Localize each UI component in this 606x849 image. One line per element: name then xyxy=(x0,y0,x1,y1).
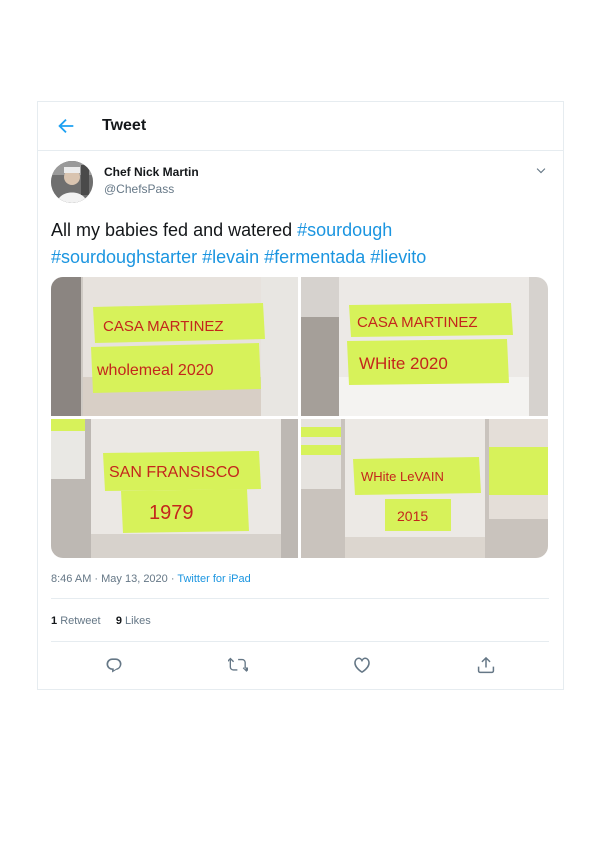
chevron-down-icon[interactable] xyxy=(533,163,549,179)
photo-grid: CASA MARTINEZ wholemeal 2020 CASA MARTIN… xyxy=(51,277,548,558)
share-icon[interactable] xyxy=(476,655,496,675)
jar-label-text: 1979 xyxy=(149,502,194,524)
page-title: Tweet xyxy=(102,117,147,134)
divider xyxy=(51,598,549,599)
retweet-icon[interactable] xyxy=(226,655,251,675)
likes-label: Likes xyxy=(125,615,151,627)
photo-jar-3[interactable]: SAN FRANSISCO 1979 xyxy=(51,419,298,558)
hashtag-link[interactable]: #sourdough xyxy=(297,220,392,240)
photo-jar-4[interactable]: WHite LeVAIN 2015 xyxy=(301,419,548,558)
photo-jar-1[interactable]: CASA MARTINEZ wholemeal 2020 xyxy=(51,277,298,416)
jar-label-text: SAN FRANSISCO xyxy=(109,464,240,481)
tweet-text: All my babies fed and watered #sourdough… xyxy=(51,217,551,271)
hashtag-link[interactable]: #fermentada xyxy=(264,247,365,267)
timestamp-text[interactable]: 8:46 AM · May 13, 2020 · xyxy=(51,573,177,585)
tweet-text-body: All my babies fed and watered xyxy=(51,220,298,240)
jar-label-text: CASA MARTINEZ xyxy=(103,318,224,335)
hashtag-link[interactable]: #sourdoughstarter xyxy=(51,247,197,267)
jar-label-text: WHite 2020 xyxy=(359,354,448,373)
hashtag-link[interactable]: #lievito xyxy=(370,247,426,267)
retweets-label: Retweet xyxy=(60,615,101,627)
jar-label-text: WHite LeVAIN xyxy=(361,469,444,484)
tweet-stats: 1 Retweet 9 Likes xyxy=(51,615,151,627)
likes-stat[interactable]: 9 Likes xyxy=(116,615,151,627)
reply-icon[interactable] xyxy=(104,655,124,675)
divider xyxy=(38,689,563,690)
source-link[interactable]: Twitter for iPad xyxy=(177,573,250,585)
action-bar xyxy=(38,655,563,679)
jar-label-text: 2015 xyxy=(397,508,428,524)
retweets-count: 1 xyxy=(51,615,58,627)
author-name[interactable]: Chef Nick Martin xyxy=(104,165,199,179)
like-icon[interactable] xyxy=(352,655,372,675)
retweets-stat[interactable]: 1 Retweet xyxy=(51,615,101,627)
tweet-timestamp: 8:46 AM · May 13, 2020 · Twitter for iPa… xyxy=(51,573,251,585)
divider xyxy=(51,641,549,642)
jar-label-text: CASA MARTINEZ xyxy=(357,314,478,331)
tweet-card: Tweet Chef Nick Martin @ChefsPass All my… xyxy=(37,101,564,690)
likes-count: 9 xyxy=(115,615,122,627)
author-handle[interactable]: @ChefsPass xyxy=(104,182,174,196)
avatar[interactable] xyxy=(51,161,93,203)
jar-label-text: wholemeal 2020 xyxy=(96,362,214,379)
hashtag-link[interactable]: #levain xyxy=(202,247,259,267)
arrow-left-icon[interactable] xyxy=(55,115,77,137)
photo-jar-2[interactable]: CASA MARTINEZ WHite 2020 xyxy=(301,277,548,416)
tweet-header: Tweet xyxy=(38,102,563,151)
